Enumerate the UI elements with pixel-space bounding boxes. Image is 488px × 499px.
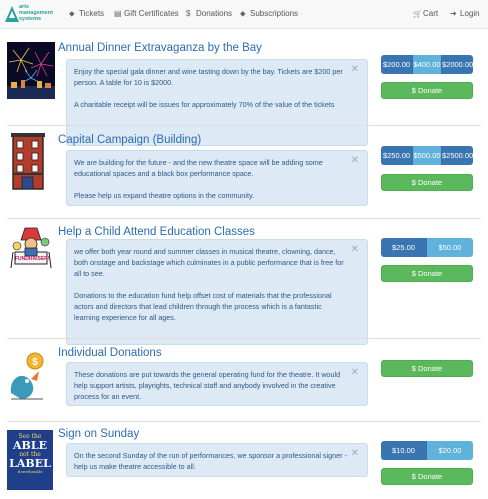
- nav-cart[interactable]: 🛒Cart: [413, 0, 438, 29]
- card-title: Help a Child Attend Education Classes: [58, 226, 255, 238]
- card-title: Capital Campaign (Building): [58, 134, 202, 146]
- amount-button[interactable]: $25.00: [381, 238, 427, 257]
- nav-gift-certificates[interactable]: ▤ Gift Certificates: [114, 0, 179, 29]
- card-paragraph: These donations are put towards the gene…: [74, 370, 341, 401]
- coin-bird-image: $: [7, 349, 47, 401]
- brand-text: arts management systems: [19, 4, 53, 22]
- close-icon[interactable]: ✕: [351, 156, 359, 166]
- card-paragraph: Enjoy the special gala dinner and wine t…: [74, 67, 343, 87]
- divider: [7, 218, 481, 219]
- donate-button[interactable]: $ Donate: [381, 265, 473, 282]
- fireworks-image: [7, 42, 55, 99]
- amount-button[interactable]: $200.00: [381, 55, 413, 74]
- card-title: Sign on Sunday: [58, 428, 140, 440]
- image-caption-line: ABLE: [13, 439, 47, 452]
- amount-button-group: $25.00 $50.00: [381, 238, 473, 257]
- card-description: We are building for the future - and the…: [66, 150, 368, 206]
- tag-icon: ⬥: [69, 9, 75, 18]
- card-paragraph: A charitable receipt will be issues for …: [74, 100, 335, 109]
- tag-icon: ⬥: [240, 9, 246, 18]
- amount-button[interactable]: $2000.00: [442, 55, 473, 74]
- nav-label: Gift Certificates: [124, 9, 179, 18]
- divider: [7, 421, 481, 422]
- card-paragraph: On the second Sunday of the run of perfo…: [74, 451, 347, 471]
- donate-button[interactable]: $ Donate: [381, 468, 473, 485]
- cart-icon: 🛒: [413, 11, 422, 18]
- donate-button[interactable]: $ Donate: [381, 82, 473, 99]
- card-description: On the second Sunday of the run of perfo…: [66, 443, 368, 477]
- nav-tickets[interactable]: ⬥ Tickets: [69, 0, 104, 29]
- donate-button[interactable]: $ Donate: [381, 360, 473, 377]
- nav-login[interactable]: ➜ Login: [450, 0, 480, 29]
- card-description: Enjoy the special gala dinner and wine t…: [66, 59, 368, 146]
- nav-label: Login: [460, 9, 480, 18]
- brand-line: systems: [19, 15, 42, 22]
- fundraiser-image: FUNDRAISER!: [7, 224, 55, 272]
- amount-button[interactable]: $2500.00: [442, 146, 473, 165]
- divider: [7, 338, 481, 339]
- close-icon[interactable]: ✕: [351, 245, 359, 255]
- gift-card-icon: ▤: [114, 9, 122, 18]
- amount-button-group: $10.00 $20.00: [381, 441, 473, 460]
- card-description: These donations are put towards the gene…: [66, 362, 368, 406]
- building-image: [7, 133, 47, 191]
- login-icon: ➜: [450, 9, 457, 18]
- amount-button[interactable]: $10.00: [381, 441, 427, 460]
- divider: [7, 125, 481, 126]
- card-title: Annual Dinner Extravaganza by the Bay: [58, 42, 262, 54]
- nav-label: Subscriptions: [250, 9, 299, 18]
- dollar-icon: $: [186, 9, 191, 18]
- amount-button[interactable]: $500.00: [413, 146, 442, 165]
- nav-label: Cart: [423, 9, 439, 18]
- amount-button[interactable]: $20.00: [427, 441, 473, 460]
- top-navbar: arts management systems ⬥ Tickets ▤ Gift C…: [0, 0, 488, 29]
- close-icon[interactable]: ✕: [351, 449, 359, 459]
- amount-button[interactable]: $250.00: [381, 146, 413, 165]
- card-title: Individual Donations: [58, 347, 162, 359]
- see-the-able-image: See the ABLE not the LABEL #seetheable: [7, 430, 53, 490]
- amount-button-group: $200.00 $400.00 $2000.00: [381, 55, 473, 74]
- card-paragraph: Please help us expand theatre options in…: [74, 191, 255, 200]
- card-paragraph: we offer both year round and summer clas…: [74, 247, 344, 278]
- logo-a-icon: [5, 6, 19, 22]
- svg-text:$: $: [32, 357, 38, 368]
- close-icon[interactable]: ✕: [351, 65, 359, 75]
- card-paragraph: Donations to the education fund help off…: [74, 291, 332, 322]
- fundraiser-caption: FUNDRAISER!: [15, 256, 50, 262]
- image-caption-line: LABEL: [9, 457, 51, 470]
- card-paragraph: We are building for the future - and the…: [74, 158, 323, 178]
- amount-button-group: $250.00 $500.00 $2500.00: [381, 146, 473, 165]
- amount-button[interactable]: $50.00: [427, 238, 473, 257]
- amount-button[interactable]: $400.00: [413, 55, 442, 74]
- brand-logo[interactable]: arts management systems: [4, 3, 53, 25]
- nav-subscriptions[interactable]: ⬥ Subscriptions: [240, 0, 298, 29]
- close-icon[interactable]: ✕: [351, 368, 359, 378]
- card-description: we offer both year round and summer clas…: [66, 239, 368, 345]
- nav-label: Donations: [196, 9, 233, 18]
- nav-donations[interactable]: $ Donations: [186, 0, 232, 29]
- donate-button[interactable]: $ Donate: [381, 174, 473, 191]
- nav-label: Tickets: [79, 9, 105, 18]
